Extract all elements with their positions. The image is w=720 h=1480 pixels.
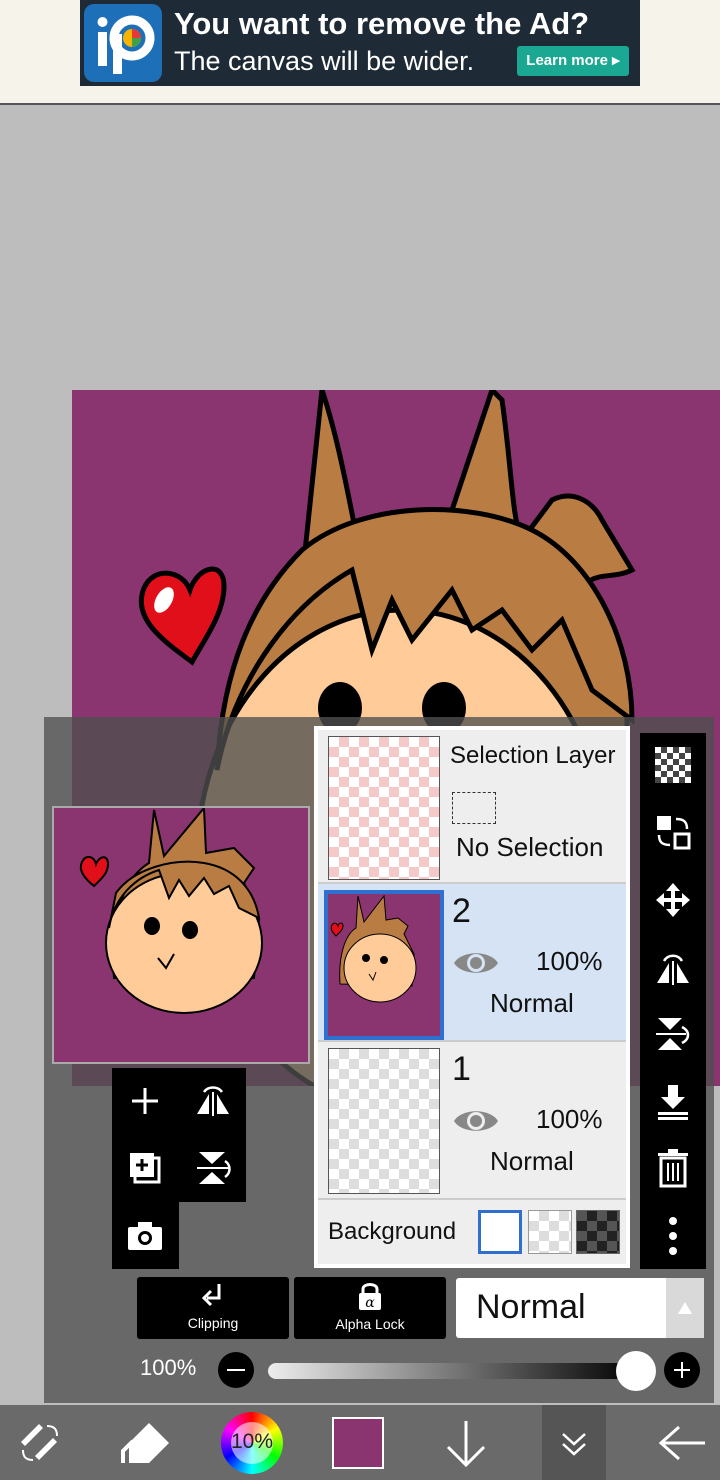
- current-color-button[interactable]: [330, 1405, 386, 1480]
- flip-vertical-icon: [656, 1018, 690, 1050]
- blend-mode-dropdown-button[interactable]: [666, 1278, 704, 1338]
- eye-icon[interactable]: [452, 1104, 500, 1138]
- opacity-slider-track[interactable]: [268, 1363, 638, 1379]
- opacity-slider-thumb[interactable]: [616, 1351, 656, 1391]
- layer-row-1[interactable]: 1 100% Normal: [318, 1042, 626, 1200]
- trash-icon: [658, 1149, 688, 1188]
- background-transparent-option[interactable]: [528, 1210, 572, 1254]
- plus-icon: [674, 1362, 690, 1378]
- flip-horizontal-icon: [657, 954, 689, 985]
- merge-down-icon: [658, 1085, 688, 1120]
- clipping-arrow-icon: [201, 1284, 221, 1307]
- merge-down-button[interactable]: [640, 1073, 706, 1131]
- selection-layer-row[interactable]: Selection Layer No Selection: [318, 730, 626, 884]
- close-layer-panel-button[interactable]: [542, 1405, 606, 1480]
- flip-horizontal-button[interactable]: [180, 1068, 246, 1134]
- opacity-decrease-button[interactable]: [218, 1352, 254, 1388]
- delete-layer-button[interactable]: [640, 1139, 706, 1197]
- transparency-icon: [655, 747, 691, 783]
- eraser-icon: [121, 1422, 169, 1463]
- layer-1-thumbnail: [328, 1048, 440, 1194]
- move-icon: [656, 883, 690, 917]
- ad-banner[interactable]: You want to remove the Ad? The canvas wi…: [80, 0, 640, 86]
- ibispaint-logo-icon: [84, 4, 162, 82]
- double-chevron-down-icon: [562, 1432, 586, 1456]
- opacity-value: 100%: [140, 1355, 197, 1380]
- eye-icon[interactable]: [452, 946, 500, 980]
- flip-horizontal-button-right[interactable]: [640, 939, 706, 997]
- background-dark-option[interactable]: [576, 1210, 620, 1254]
- brush-size-button[interactable]: 10%: [218, 1405, 286, 1480]
- heart-shape: [138, 566, 227, 666]
- selection-layer-thumbnail: [328, 736, 440, 880]
- layer-list: Selection Layer No Selection 2 100% Norm…: [314, 726, 630, 1268]
- layer-2-blend-mode: Normal: [490, 988, 574, 1018]
- ad-subtitle: The canvas will be wider.: [174, 46, 475, 76]
- lock-alpha-icon: α: [359, 1283, 381, 1311]
- ad-title: You want to remove the Ad?: [174, 6, 590, 41]
- layer-right-toolbar: [640, 733, 706, 1269]
- background-white-option[interactable]: [478, 1210, 522, 1254]
- brush-size-value: 10%: [230, 1429, 274, 1453]
- layer-down-button[interactable]: [438, 1405, 494, 1480]
- camera-button[interactable]: [112, 1203, 178, 1269]
- eraser-tool-button[interactable]: [110, 1405, 180, 1480]
- arrow-left-icon: [658, 1425, 705, 1460]
- selection-status: No Selection: [456, 832, 604, 862]
- camera-icon: [128, 1222, 162, 1250]
- svg-text:α: α: [365, 1295, 375, 1311]
- background-row: Background: [318, 1200, 626, 1264]
- opacity-increase-button[interactable]: [664, 1352, 700, 1388]
- flip-horizontal-icon: [197, 1086, 229, 1116]
- brush-eraser-switch-icon: [21, 1423, 58, 1461]
- layer-2-number: 2: [452, 892, 471, 930]
- selection-layer-title: Selection Layer: [450, 742, 616, 769]
- layer-1-number: 1: [452, 1050, 471, 1088]
- back-button[interactable]: [650, 1405, 714, 1480]
- selection-marquee-icon: [452, 792, 496, 824]
- layer-2-opacity: 100%: [536, 946, 603, 976]
- flip-vertical-icon: [197, 1152, 231, 1184]
- more-vertical-icon: [669, 1217, 677, 1255]
- clipping-label: Clipping: [187, 1315, 239, 1331]
- layer-1-opacity: 100%: [536, 1104, 603, 1134]
- alpha-lock-label: Alpha Lock: [335, 1316, 405, 1332]
- layer-2-thumbnail: [324, 890, 444, 1040]
- flip-vertical-button[interactable]: [180, 1135, 246, 1201]
- arrow-down-icon: [446, 1420, 486, 1467]
- color-wheel-icon: 10%: [221, 1411, 283, 1474]
- more-options-button[interactable]: [640, 1207, 706, 1265]
- swap-layers-button[interactable]: [640, 803, 706, 861]
- add-layer-button[interactable]: [112, 1068, 178, 1134]
- swap-layers-icon: [657, 816, 691, 850]
- transparency-button[interactable]: [640, 736, 706, 794]
- minus-icon: [227, 1369, 245, 1371]
- alpha-lock-button[interactable]: α Alpha Lock: [294, 1277, 446, 1339]
- clipping-button[interactable]: Clipping: [137, 1277, 289, 1339]
- blend-mode-value: Normal: [476, 1288, 586, 1326]
- bottom-toolbar: 10%: [0, 1405, 720, 1480]
- canvas-preview-thumbnail[interactable]: [52, 805, 310, 1064]
- background-label: Background: [328, 1218, 457, 1245]
- duplicate-layer-icon: [130, 1153, 161, 1184]
- tool-switch-button[interactable]: [0, 1405, 80, 1480]
- flip-vertical-button-right[interactable]: [640, 1005, 706, 1063]
- duplicate-layer-button[interactable]: [112, 1135, 178, 1201]
- ad-strip: You want to remove the Ad? The canvas wi…: [0, 0, 720, 105]
- learn-more-button[interactable]: Learn more ▸: [517, 46, 629, 76]
- current-color-swatch: [332, 1416, 384, 1469]
- move-button[interactable]: [640, 871, 706, 929]
- triangle-up-icon: [678, 1302, 692, 1314]
- plus-icon: [132, 1088, 158, 1114]
- layer-1-blend-mode: Normal: [490, 1146, 574, 1176]
- blend-mode-select[interactable]: Normal: [456, 1278, 704, 1338]
- layer-row-2[interactable]: 2 100% Normal: [318, 884, 626, 1042]
